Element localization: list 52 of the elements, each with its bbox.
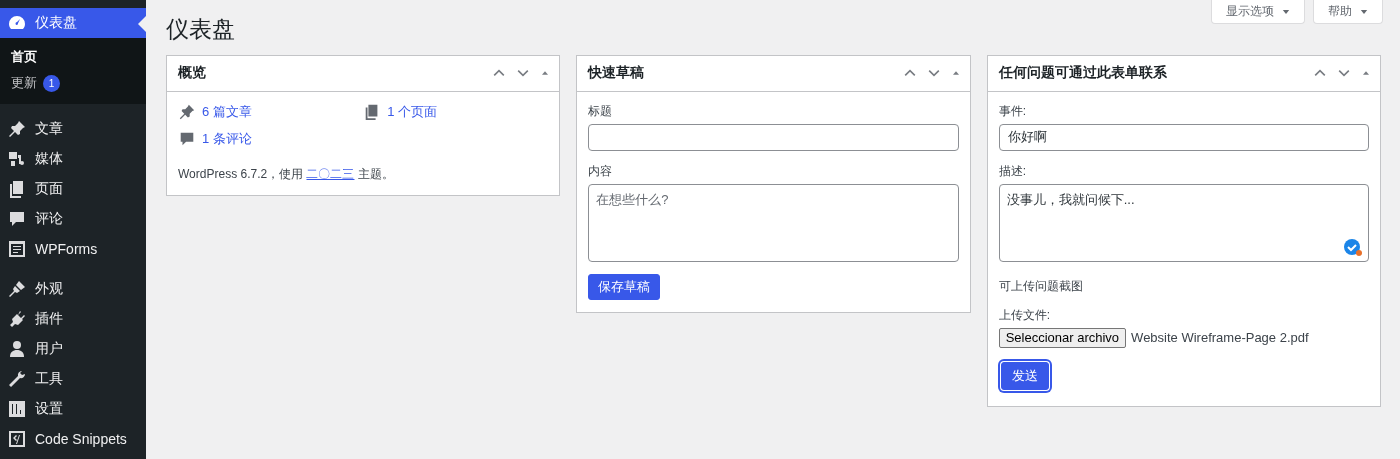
stat-link[interactable]: 1 条评论 [178,129,364,148]
pushpin-icon [178,102,196,121]
menu-item[interactable]: 设置 [0,394,146,424]
submenu-item[interactable]: 更新 1 [0,70,146,96]
theme-link[interactable]: 二〇二三 [306,166,355,181]
stat-link[interactable]: 1 个页面 [363,102,549,121]
menu-item[interactable]: 文章 [0,114,146,144]
text-field[interactable]: 你好啊 [998,123,1369,151]
text-area[interactable]: 没事儿，我就问候下... [998,183,1369,262]
grammar-check-icon [1343,237,1363,258]
text-area[interactable]: 在想些什么? [588,183,959,262]
user-icon [7,339,27,359]
wrench-icon [7,369,27,389]
menu-item[interactable]: 插件 [0,304,146,334]
menu-item[interactable]: Code Snippets [0,424,146,454]
screen-meta-button[interactable]: 显示选项 [1211,0,1305,24]
file-name: Website Wireframe-Page 2.pdf [1131,330,1309,346]
screen-meta-button[interactable]: 帮助 [1313,0,1383,24]
save-draft-button[interactable]: 保存草稿 [588,273,661,300]
field-label: 上传文件: [998,306,1051,324]
menu-item[interactable]: 页面 [0,174,146,204]
field-label: 内容 [588,162,614,180]
version-text: WordPress 6.7.2，使用 二〇二三 主题。 [178,165,395,183]
widget-title: 概览 [178,64,206,83]
menu-item[interactable]: 外观 [0,274,146,304]
stat-link[interactable]: 6 篇文章 [178,102,364,121]
menu-item[interactable]: WPForms [0,234,146,264]
menu-item[interactable]: 用户 [0,334,146,364]
widget-title: 任何问题可通过此表单联系 [998,64,1167,83]
page-title: 仪表盘 [166,15,235,44]
code-icon [7,429,27,449]
update-count-badge: 1 [43,74,60,92]
widget-title: 快速草稿 [588,64,645,83]
field-label: 事件: [998,102,1027,120]
choose-file-button[interactable]: Seleccionar archivo [998,327,1127,348]
caret-icon [1360,7,1368,16]
text-field[interactable] [588,123,959,151]
field-label: 标题 [588,102,614,120]
menu-item[interactable]: 媒体 [0,144,146,174]
submit-button[interactable]: 发送 [1000,361,1049,390]
field-label: 描述: [998,162,1027,180]
paintbrush-icon [7,279,27,299]
speech-bubble-icon [7,209,27,229]
menu-item[interactable]: 评论 [0,204,146,234]
menu-item[interactable]: 工具 [0,364,146,394]
submenu-item[interactable]: 首页 [0,44,146,70]
pushpin-icon [7,119,27,139]
form-icon [7,239,27,259]
menu-item[interactable]: 仪表盘 [0,8,146,38]
help-text: 可上传问题截图 [998,277,1084,295]
caret-icon [1282,7,1290,16]
media-icon [7,149,27,169]
